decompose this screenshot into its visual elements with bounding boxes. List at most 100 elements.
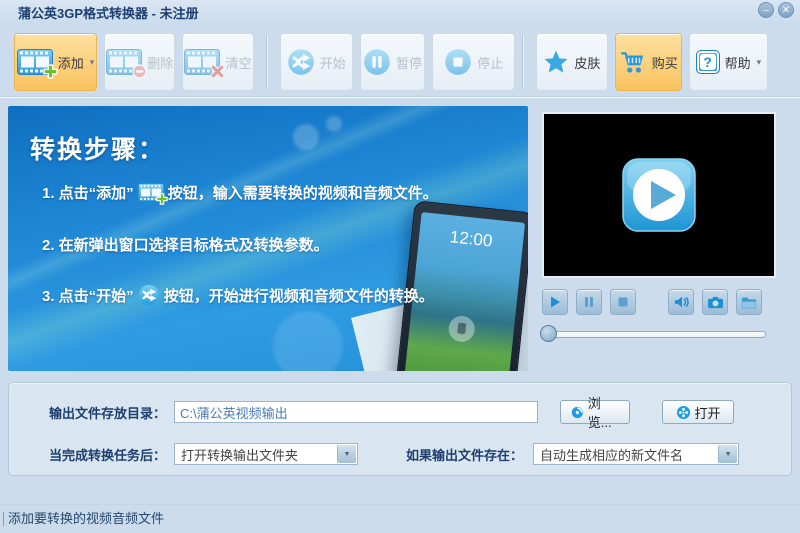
open-button[interactable]: 打开	[662, 400, 735, 424]
toolbar: 添加 ▾ 删除 清空 开始 暂停 停止 皮肤 购买 ? 帮助 ▾	[0, 28, 800, 96]
add-film-icon	[17, 49, 58, 79]
seek-track[interactable]	[542, 331, 766, 338]
minimize-button[interactable]: –	[758, 2, 774, 18]
bokeh-circle	[273, 311, 343, 371]
toolbar-separator	[522, 35, 525, 89]
plus-badge-icon	[155, 193, 168, 205]
camera-icon	[707, 296, 723, 308]
preview-pause-button[interactable]	[576, 289, 602, 315]
title-bar: 蒲公英3GP格式转换器 - 未注册 – ✕	[0, 0, 800, 28]
delete-film-icon	[106, 49, 147, 79]
lock-icon	[447, 314, 477, 343]
status-bar: 添加要转换的视频音频文件	[0, 504, 800, 533]
add-button-label: 添加	[57, 55, 84, 71]
buy-button[interactable]: 购买	[614, 33, 682, 91]
step-2-text: 2. 在新弹出窗口选择目标格式及转换参数。	[42, 237, 329, 254]
main-content: 12:00 转换步骤： 1. 点击“添加” 按钮，输入需要转换的视频和音频文件。…	[0, 96, 800, 371]
add-button[interactable]: 添加 ▾	[14, 33, 98, 91]
play-overlay-button[interactable]	[621, 157, 697, 233]
start-convert-icon	[138, 284, 160, 306]
stop-icon	[444, 48, 472, 76]
volume-button[interactable]	[668, 289, 694, 315]
seek-bar[interactable]	[540, 325, 766, 342]
skin-button-label: 皮肤	[574, 55, 601, 71]
help-button-label: 帮助	[724, 55, 751, 71]
browse-button[interactable]: 浏览...	[560, 396, 631, 430]
start-button[interactable]: 开始	[279, 33, 353, 91]
app-window: 蒲公英3GP格式转换器 - 未注册 – ✕ 添加 ▾ 删除 清空 开始 暂停 停…	[0, 0, 800, 533]
step-3-prefix: 3. 点击“开始”	[42, 287, 134, 305]
add-film-icon	[138, 183, 168, 205]
pause-icon	[363, 48, 391, 76]
output-directory-input[interactable]	[174, 401, 539, 423]
play-icon	[551, 296, 560, 308]
help-button[interactable]: ? 帮助 ▾	[688, 33, 769, 91]
status-text: 添加要转换的视频音频文件	[3, 512, 164, 526]
bokeh-circle	[326, 116, 342, 132]
window-controls: – ✕	[758, 2, 794, 18]
stop-icon	[618, 297, 628, 307]
clear-button-label: 清空	[225, 55, 252, 71]
snapshot-button[interactable]	[702, 289, 728, 315]
output-directory-label: 输出文件存放目录：	[49, 405, 167, 421]
browse-button-label: 浏览...	[587, 396, 612, 430]
cart-icon	[619, 49, 647, 75]
open-folder-button[interactable]	[736, 289, 762, 315]
minus-badge-icon	[132, 64, 147, 79]
pause-button-label: 暂停	[396, 55, 423, 71]
x-badge-icon	[211, 64, 225, 79]
step-1-suffix: 按钮，输入需要转换的视频和音频文件。	[167, 185, 438, 202]
after-task-value: 打开转换输出文件夹	[181, 447, 299, 463]
file-exists-select[interactable]: 自动生成相应的新文件名 ▼	[533, 443, 740, 465]
delete-button-label: 删除	[147, 55, 174, 71]
file-exists-value: 自动生成相应的新文件名	[540, 447, 684, 463]
options-row: 当完成转换任务后： 打开转换输出文件夹 ▼ 如果输出文件存在： 自动生成相应的新…	[49, 443, 779, 465]
chevron-down-icon: ▾	[89, 56, 95, 67]
instructions-panel: 12:00 转换步骤： 1. 点击“添加” 按钮，输入需要转换的视频和音频文件。…	[8, 106, 528, 371]
film-reel-icon	[676, 405, 690, 419]
close-button[interactable]: ✕	[778, 2, 794, 18]
browse-icon	[571, 406, 583, 418]
start-convert-icon	[287, 48, 315, 76]
output-directory-row: 输出文件存放目录： 浏览... 打开	[49, 396, 779, 430]
chevron-down-icon: ▼	[718, 445, 738, 463]
speaker-icon	[674, 296, 689, 308]
buy-button-label: 购买	[651, 55, 678, 71]
clear-button[interactable]: 清空	[182, 33, 254, 91]
preview-panel	[538, 106, 792, 371]
chevron-down-icon: ▼	[337, 445, 357, 463]
chevron-down-icon: ▾	[756, 56, 762, 67]
stop-button-label: 停止	[477, 55, 504, 71]
steps-title: 转换步骤：	[30, 136, 166, 164]
toolbar-separator	[265, 35, 268, 89]
after-task-label: 当完成转换任务后：	[49, 447, 167, 463]
pause-button[interactable]: 暂停	[359, 33, 426, 91]
phone-clock: 12:00	[449, 227, 494, 251]
skin-button[interactable]: 皮肤	[536, 33, 608, 91]
step-1: 1. 点击“添加” 按钮，输入需要转换的视频和音频文件。	[42, 182, 438, 205]
video-preview	[542, 112, 776, 278]
start-button-label: 开始	[319, 55, 346, 71]
open-button-label: 打开	[694, 405, 721, 421]
pause-icon	[585, 297, 593, 307]
plus-badge-icon	[43, 64, 58, 79]
step-3: 3. 点击“开始” 按钮，开始进行视频和音频文件的转换。	[42, 284, 434, 306]
step-2: 2. 在新弹出窗口选择目标格式及转换参数。	[42, 234, 329, 255]
folder-icon	[741, 297, 757, 308]
playback-controls	[542, 289, 762, 315]
preview-stop-button[interactable]	[610, 289, 636, 315]
bokeh-circle	[293, 124, 319, 150]
stop-button[interactable]: 停止	[432, 33, 516, 91]
clear-film-icon	[184, 49, 225, 79]
step-3-suffix: 按钮，开始进行视频和音频文件的转换。	[163, 287, 434, 305]
output-settings-panel: 输出文件存放目录： 浏览... 打开	[8, 382, 792, 476]
file-exists-label: 如果输出文件存在：	[406, 447, 524, 463]
after-task-select[interactable]: 打开转换输出文件夹 ▼	[174, 443, 359, 465]
delete-button[interactable]: 删除	[104, 33, 176, 91]
star-icon	[543, 49, 569, 75]
question-mark-icon: ?	[695, 50, 720, 74]
window-title: 蒲公英3GP格式转换器 - 未注册	[18, 6, 199, 21]
step-1-prefix: 1. 点击“添加”	[42, 185, 134, 202]
seek-knob[interactable]	[540, 325, 557, 342]
preview-play-button[interactable]	[542, 289, 568, 315]
